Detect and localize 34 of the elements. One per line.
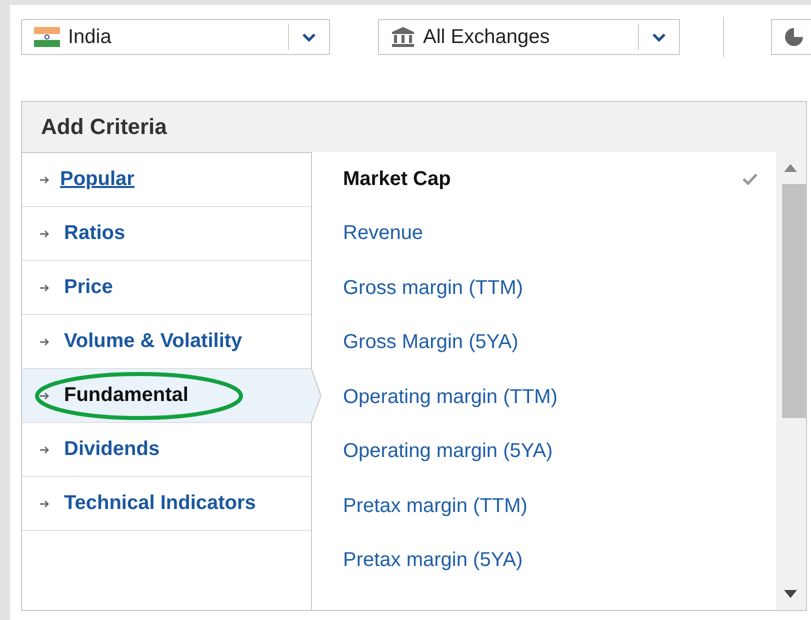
scroll-down-icon[interactable]: [784, 590, 797, 598]
scrollbar[interactable]: [776, 152, 806, 610]
chart-type-button[interactable]: [771, 19, 811, 55]
arrow-right-icon: [40, 392, 50, 400]
arrow-right-icon: [40, 176, 50, 184]
bank-icon: [391, 27, 415, 47]
criteria-item[interactable]: Market Cap: [312, 152, 776, 206]
pie-chart-icon: [784, 27, 804, 47]
scroll-up-icon[interactable]: [784, 164, 797, 172]
arrow-right-icon: [40, 446, 50, 454]
chevron-down-icon: [302, 32, 316, 42]
arrow-right-icon: [40, 230, 50, 238]
flag-icon: [34, 27, 60, 47]
category-item[interactable]: Dividends: [22, 423, 311, 477]
arrow-right-icon: [40, 338, 50, 346]
criteria-item[interactable]: Pretax margin (5YA): [312, 534, 776, 588]
scrollbar-thumb[interactable]: [782, 184, 806, 418]
country-dropdown[interactable]: India: [21, 19, 330, 55]
panel-title: Add Criteria: [40, 113, 168, 141]
chevron-down-icon: [652, 32, 666, 42]
category-item[interactable]: Price: [22, 261, 311, 315]
category-item[interactable]: Popular: [22, 153, 311, 207]
exchange-dropdown[interactable]: All Exchanges: [378, 19, 680, 55]
category-label[interactable]: Popular: [56, 168, 134, 191]
criteria-item[interactable]: Operating margin (TTM): [312, 370, 776, 424]
category-item[interactable]: Technical Indicators: [22, 477, 311, 531]
criteria-item[interactable]: Gross Margin (5YA): [312, 316, 776, 370]
arrow-right-icon: [40, 500, 50, 508]
arrow-right-icon: [40, 284, 50, 292]
criteria-item[interactable]: Pretax margin (TTM): [312, 479, 776, 534]
category-item[interactable]: Ratios: [22, 207, 311, 261]
criteria-item[interactable]: Operating margin (5YA): [312, 424, 776, 479]
criteria-item[interactable]: Gross margin (TTM): [312, 261, 776, 316]
criteria-item[interactable]: Revenue: [312, 206, 776, 261]
